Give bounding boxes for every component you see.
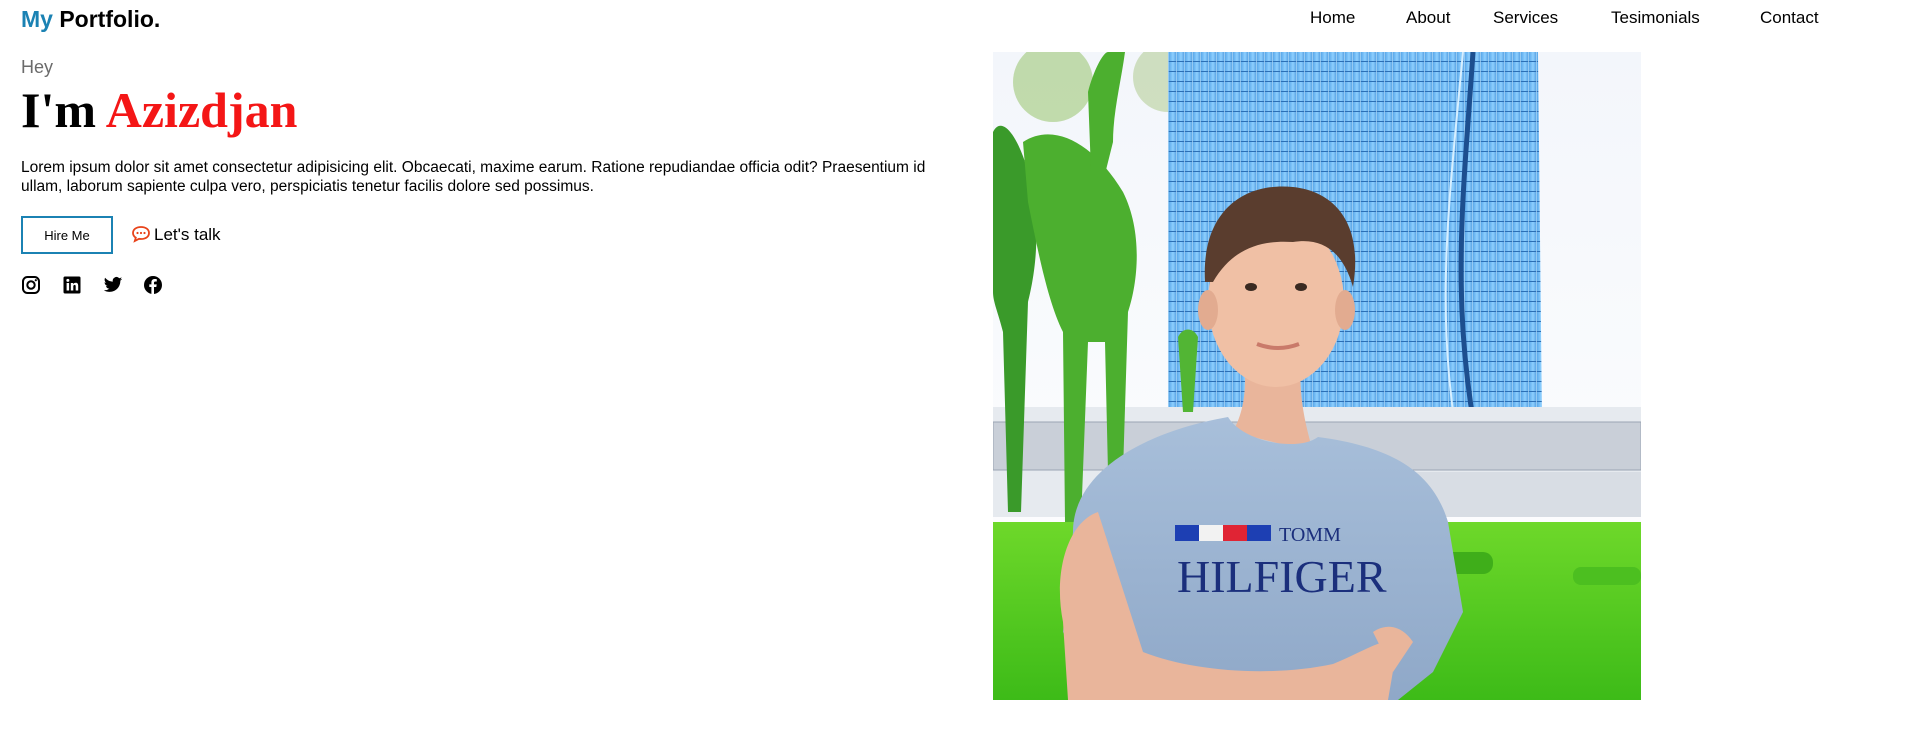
nav-services-link[interactable]: Services	[1493, 8, 1558, 28]
hire-me-button[interactable]: Hire Me	[21, 216, 113, 254]
social-links	[21, 275, 221, 297]
site-logo[interactable]: My Portfolio.	[21, 6, 160, 33]
hero-headline: I'm Azizdjan	[21, 80, 297, 140]
profile-photo: TOMM HILFIGER	[993, 52, 1641, 700]
intro-paragraph: Lorem ipsum dolor sit amet consectetur a…	[21, 159, 926, 195]
lets-talk-link[interactable]: Let's talk	[131, 225, 221, 248]
nav-contact-link[interactable]: Contact	[1760, 8, 1819, 28]
shirt-text-top: TOMM	[1279, 524, 1341, 546]
navbar: My Portfolio. Home About Services Tesimo…	[0, 0, 1910, 36]
nav-about-link[interactable]: About	[1406, 8, 1450, 28]
nav-home-link[interactable]: Home	[1310, 8, 1355, 28]
main-nav: Home About Services Tesimonials Contact	[1310, 8, 1910, 30]
hero-name: Azizdjan	[105, 82, 298, 138]
nav-testimonials-link[interactable]: Tesimonials	[1611, 8, 1700, 28]
chat-bubble-icon	[131, 225, 151, 248]
facebook-icon[interactable]	[143, 275, 163, 295]
instagram-icon[interactable]	[21, 275, 41, 295]
logo-text: Portfolio.	[59, 6, 161, 32]
headline-prefix: I'm	[21, 82, 96, 138]
hero-actions: Hire Me Let's talk	[21, 216, 421, 254]
shirt-text-main: HILFIGER	[1177, 551, 1387, 602]
greeting-text: Hey	[21, 57, 54, 77]
twitter-icon[interactable]	[103, 275, 123, 295]
lets-talk-label: Let's talk	[154, 225, 221, 244]
linkedin-icon[interactable]	[62, 275, 82, 295]
logo-accent: My	[21, 6, 53, 32]
